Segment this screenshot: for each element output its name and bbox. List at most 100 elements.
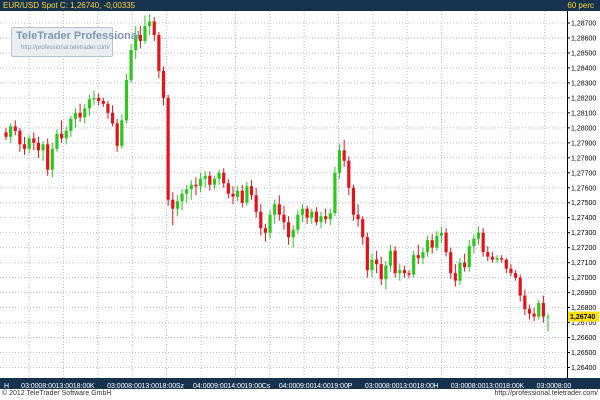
candle-body-down [490, 256, 495, 260]
candle-body-up [398, 270, 402, 274]
candle-body-down [226, 183, 230, 194]
logo-name: TeleTrader Professional [16, 30, 140, 42]
candle-body-up [180, 193, 184, 202]
y-tick-label: 1,27500 [571, 200, 596, 207]
candle-body-down [379, 264, 383, 280]
interval-label[interactable]: 60 perc [567, 0, 594, 11]
candle-body-up [175, 201, 180, 209]
y-tick-label: 1,28100 [571, 110, 596, 117]
candle-body-up [41, 144, 45, 151]
candle-body-down [532, 313, 536, 317]
footer-url[interactable]: http://professional.teletrader.com/ [495, 390, 599, 397]
candle-body-up [189, 184, 193, 190]
candle-body-up [83, 108, 87, 118]
candle-body-up [268, 214, 272, 233]
symbol-label: EUR/USD Spot [3, 1, 58, 10]
y-tick-label: 1,26400 [571, 365, 596, 372]
candle-body-up [495, 258, 499, 260]
candle-body-down [231, 193, 235, 197]
candle-body-up [476, 232, 481, 239]
y-tick-label: 1,27100 [571, 260, 596, 267]
candle-body-up [124, 79, 129, 121]
y-tick-label: 1,28700 [571, 20, 596, 27]
candle-body-down [32, 138, 36, 143]
candle-body-up [129, 49, 133, 80]
candle-body-down [13, 126, 17, 131]
candle-body-down [305, 208, 309, 218]
candle-body-up [291, 229, 295, 238]
y-tick-label: 1,28500 [571, 50, 596, 57]
price-axis: 1,28700 1,28600 1,28500 1,28400 1,28300 1,282… [567, 11, 600, 378]
candle-body-down [365, 237, 369, 271]
candle-body-down [166, 97, 170, 200]
candlestick-chart[interactable] [0, 11, 567, 378]
logo-url: http://professional.teletrader.com/ [21, 45, 110, 51]
candle-body-up [319, 216, 323, 223]
candle-body-down [110, 112, 115, 124]
y-tick-label: 1,28600 [571, 35, 596, 42]
candle-body-up [55, 133, 59, 149]
candle-body-down [22, 144, 27, 149]
chart-plot-area[interactable]: TeleTrader Professional http://professio… [0, 11, 567, 378]
candle-body-down [393, 250, 397, 274]
y-tick-label: 1,26800 [571, 305, 596, 312]
y-tick-label: 1,27200 [571, 245, 596, 252]
candle-body-down [222, 172, 226, 184]
time-axis: H 03:00 08:00 13:00 18:00 K 03:00 08:00 13:00 18:… [0, 378, 600, 390]
candle-body-down [518, 277, 522, 296]
candle-body-up [92, 97, 96, 100]
candle-body-down [500, 258, 504, 260]
candle-body-up [300, 208, 305, 215]
candle-body-up [337, 150, 342, 173]
change-value: -0,00335 [103, 1, 136, 10]
candle-body-down [263, 228, 268, 233]
candle-body-up [296, 214, 300, 230]
candle-body-down [513, 273, 518, 278]
candle-body-down [46, 144, 50, 170]
y-tick-label: 1,28000 [571, 125, 596, 132]
candle-body-up [546, 316, 550, 318]
y-tick-label: 1,27400 [571, 215, 596, 222]
candle-body-up [148, 21, 152, 26]
candle-body-down [97, 97, 101, 101]
y-tick-label: 1,28200 [571, 95, 596, 102]
y-tick-label: 1,28300 [571, 80, 596, 87]
candle-body-up [328, 213, 332, 220]
candle-body-up [333, 172, 337, 214]
candle-body-down [106, 103, 110, 113]
candle-body-up [384, 265, 388, 280]
candle-body-up [212, 178, 217, 185]
candle-body-down [171, 199, 175, 209]
candle-body-down [115, 123, 119, 146]
candle-body-up [458, 262, 462, 281]
candle-body-down [453, 273, 457, 281]
candle-body-down [356, 214, 360, 220]
candle-body-down [347, 160, 351, 188]
candle-body-down [208, 175, 212, 185]
candle-body-down [351, 187, 356, 215]
candle-body-up [203, 175, 207, 179]
candle-body-up [217, 172, 221, 179]
candle-body-down [481, 232, 485, 253]
candle-body-down [254, 195, 258, 212]
candle-body-down [361, 219, 365, 238]
y-tick-label: 1,27300 [571, 230, 596, 237]
candle-body-up [198, 178, 203, 187]
candle-body-down [416, 255, 420, 259]
teletrader-logo: TeleTrader Professional http://professio… [11, 27, 140, 57]
candle-body-down [324, 216, 328, 220]
candle-body-down [509, 268, 513, 274]
candle-body-down [430, 240, 434, 248]
candle-body-up [185, 189, 189, 194]
candle-body-up [537, 303, 541, 317]
footer: © 2012 TeleTrader Software GmbH http://p… [0, 389, 600, 400]
instrument-header: EUR/USD Spot C: 1,26740, -0,00335 [3, 1, 136, 10]
last-price-label: 1,26740 [570, 314, 595, 321]
candle-body-up [472, 238, 476, 247]
candle-body-up [310, 211, 314, 218]
y-tick-label: 1,27800 [571, 155, 596, 162]
candle-body-up [69, 118, 73, 131]
y-tick-label: 1,26900 [571, 290, 596, 297]
candle-body-up [412, 255, 416, 275]
candle-body-up [9, 126, 13, 137]
